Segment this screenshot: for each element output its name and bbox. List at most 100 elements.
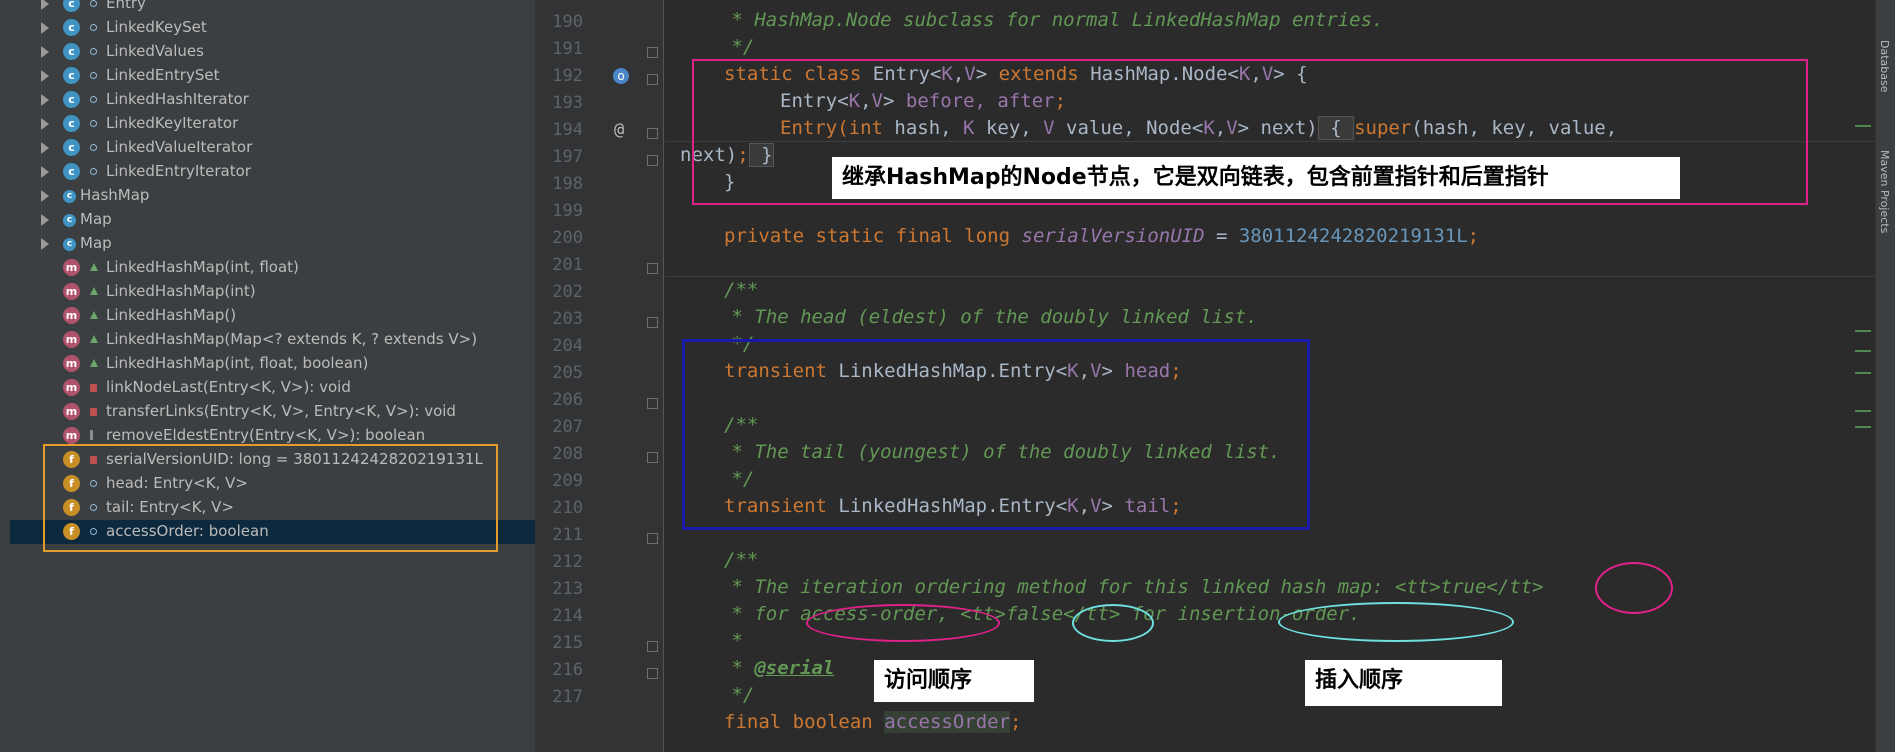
class-icon: c — [63, 43, 80, 60]
tree-row[interactable]: m linkNodeLast(Entry<K, V>): void — [10, 376, 535, 400]
visibility-prot-icon — [90, 287, 98, 295]
expand-arrow-icon[interactable] — [41, 94, 49, 106]
tree-row-label: LinkedHashIterator — [106, 90, 249, 108]
fold-marker-icon[interactable] — [647, 452, 658, 463]
code-line[interactable]: private static final long serialVersionU… — [724, 225, 1479, 247]
visibility-pub-icon — [90, 120, 97, 127]
tab-maven-projects[interactable]: Maven Projects — [1878, 150, 1891, 233]
class-icon: c — [63, 214, 76, 227]
tree-row[interactable]: c LinkedEntrySet — [10, 64, 535, 88]
expand-arrow-icon[interactable] — [41, 166, 49, 178]
error-stripe-marker[interactable] — [1855, 410, 1871, 412]
line-number: 217 — [552, 687, 583, 707]
visibility-pub-icon — [90, 96, 97, 103]
head-tail-highlight-box — [682, 339, 1310, 530]
fold-marker-icon[interactable] — [647, 398, 658, 409]
tree-row-label: LinkedValueIterator — [106, 138, 253, 156]
fold-marker-icon[interactable] — [647, 47, 658, 58]
tree-row[interactable]: c Entry — [10, 0, 535, 16]
expand-arrow-icon[interactable] — [41, 118, 49, 130]
fold-marker-icon[interactable] — [647, 533, 658, 544]
line-number: 201 — [552, 255, 583, 275]
line-number: 213 — [552, 579, 583, 599]
insertion-order-ellipse — [1278, 602, 1514, 642]
error-stripe-marker[interactable] — [1855, 372, 1871, 374]
class-icon: c — [63, 190, 76, 203]
error-stripe-marker[interactable] — [1855, 330, 1871, 332]
expand-arrow-icon[interactable] — [41, 238, 49, 250]
tree-row-label: LinkedHashMap(int, float, boolean) — [106, 354, 369, 372]
class-icon: c — [63, 0, 80, 12]
tree-row[interactable]: c LinkedKeyIterator — [10, 112, 535, 136]
code-line[interactable]: * HashMap.Node subclass for normal Linke… — [720, 9, 1383, 31]
tree-row[interactable]: m LinkedHashMap(int, float) — [10, 256, 535, 280]
fold-marker-icon[interactable] — [647, 641, 658, 652]
tree-row[interactable]: m LinkedHashMap(int, float, boolean) — [10, 352, 535, 376]
comment: */ — [720, 36, 755, 58]
code-line[interactable]: * The iteration ordering method for this… — [720, 576, 1543, 598]
field: accessOrder — [884, 711, 1011, 733]
line-number: 214 — [552, 606, 583, 626]
expand-arrow-icon[interactable] — [41, 190, 49, 202]
tree-row[interactable]: m LinkedHashMap(int) — [10, 280, 535, 304]
tree-row[interactable]: c HashMap — [10, 184, 535, 208]
tree-row[interactable]: m LinkedHashMap(Map<? extends K, ? extend… — [10, 328, 535, 352]
tree-row[interactable]: m LinkedHashMap() — [10, 304, 535, 328]
fold-marker-icon[interactable] — [647, 668, 658, 679]
error-stripe-marker[interactable] — [1855, 426, 1871, 428]
line-number: 206 — [552, 390, 583, 410]
keyword: long — [964, 225, 1011, 247]
class-icon: c — [63, 19, 80, 36]
expand-arrow-icon[interactable] — [41, 0, 49, 10]
line-number: 202 — [552, 282, 583, 302]
tree-row-label: LinkedHashMap() — [106, 306, 237, 324]
tab-database[interactable]: Database — [1878, 40, 1891, 93]
tree-row[interactable]: c LinkedEntryIterator — [10, 160, 535, 184]
override-marker-icon[interactable]: o — [613, 68, 629, 84]
expand-arrow-icon[interactable] — [41, 22, 49, 34]
line-number: 216 — [552, 660, 583, 680]
access-order-ellipse — [806, 604, 1000, 642]
expand-arrow-icon[interactable] — [41, 142, 49, 154]
true-circle — [1595, 562, 1673, 614]
line-number: 192 — [552, 66, 583, 86]
tree-row[interactable]: c Map — [10, 232, 535, 256]
code-line[interactable]: */ — [720, 684, 754, 706]
method-icon: m — [63, 379, 80, 396]
comment: */ — [720, 684, 755, 706]
visibility-priv-icon — [90, 408, 97, 416]
javadoc-tag: @serial — [754, 657, 835, 679]
class-icon: c — [63, 139, 80, 156]
line-number: 193 — [552, 93, 583, 113]
tree-row[interactable]: c LinkedHashIterator — [10, 88, 535, 112]
tree-row[interactable]: c LinkedValueIterator — [10, 136, 535, 160]
expand-arrow-icon[interactable] — [41, 214, 49, 226]
fold-marker-icon[interactable] — [647, 317, 658, 328]
fold-marker-icon[interactable] — [647, 74, 658, 85]
code-line[interactable]: /** — [724, 279, 758, 301]
expand-arrow-icon[interactable] — [41, 46, 49, 58]
line-number: 203 — [552, 309, 583, 329]
code-line[interactable]: * — [720, 630, 742, 652]
error-stripe-marker[interactable] — [1855, 125, 1871, 127]
code-line[interactable]: final boolean accessOrder; — [724, 711, 1021, 733]
fold-marker-icon[interactable] — [647, 263, 658, 274]
code-line[interactable]: */ — [720, 36, 754, 58]
tree-row-label: removeEldestEntry(Entry<K, V>): boolean — [106, 426, 426, 444]
code-line[interactable]: * @serial — [720, 657, 834, 679]
tree-row-label: Map — [80, 234, 112, 252]
line-number: 199 — [552, 201, 583, 221]
fold-marker-icon[interactable] — [647, 155, 658, 166]
error-stripe-marker[interactable] — [1855, 350, 1871, 352]
method-icon: m — [63, 283, 80, 300]
tree-row[interactable]: m transferLinks(Entry<K, V>, Entry<K, V>)… — [10, 400, 535, 424]
comment: * HashMap.Node subclass for normal Linke… — [720, 9, 1384, 31]
code-line[interactable]: /** — [724, 549, 758, 571]
annotation-marker-icon[interactable]: @ — [614, 120, 624, 140]
code-line[interactable]: * The head (eldest) of the doubly linked… — [720, 306, 1257, 328]
tree-row[interactable]: c Map — [10, 208, 535, 232]
fold-marker-icon[interactable] — [647, 128, 658, 139]
tree-row[interactable]: c LinkedKeySet — [10, 16, 535, 40]
expand-arrow-icon[interactable] — [41, 70, 49, 82]
tree-row[interactable]: c LinkedValues — [10, 40, 535, 64]
